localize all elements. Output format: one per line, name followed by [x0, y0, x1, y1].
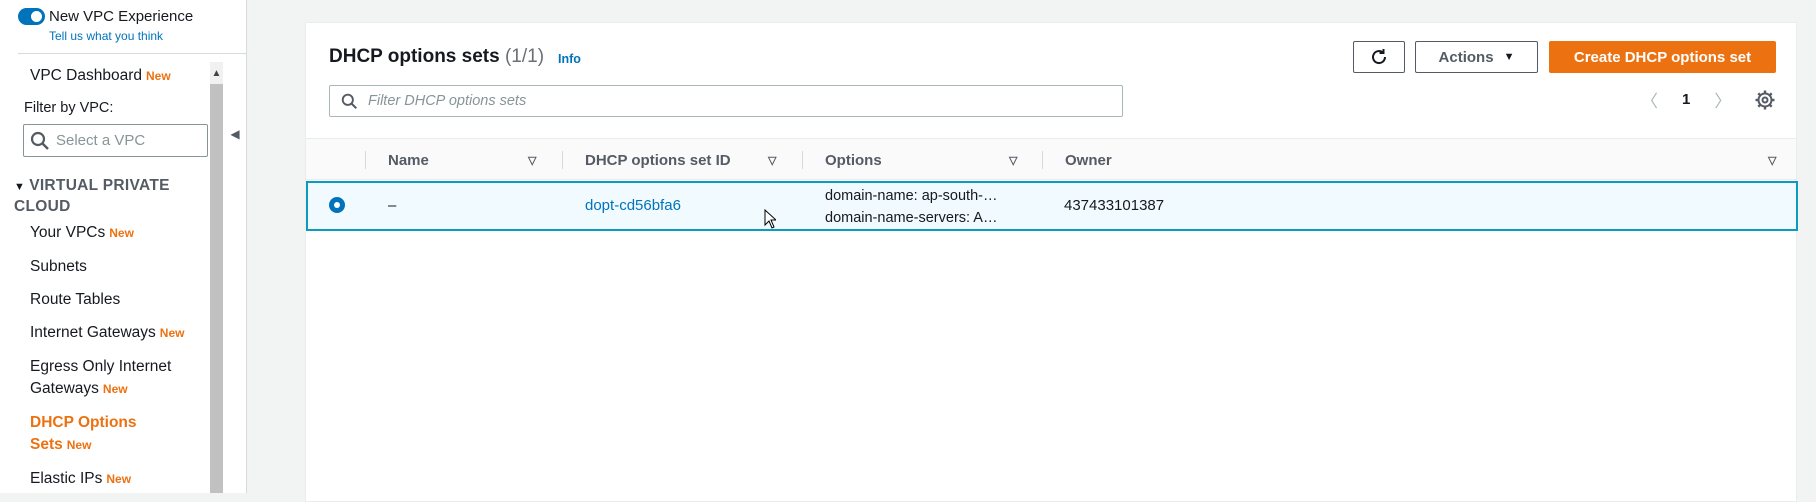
option-line: domain-name: ap-south-… — [825, 188, 998, 204]
sidebar-item-elastic-ips[interactable]: Elastic IPs New — [30, 468, 131, 490]
sidebar-item-label: DHCP Options — [30, 414, 137, 431]
new-badge: New — [146, 69, 171, 83]
actions-button[interactable]: Actions ▼ — [1415, 41, 1538, 73]
sidebar-item-label-cont: Gateways — [30, 380, 99, 397]
chevron-left-icon[interactable]: 〈 — [1641, 87, 1658, 112]
title-count: (1/1) — [504, 46, 545, 67]
create-dhcp-options-set-button[interactable]: Create DHCP options set — [1549, 41, 1776, 73]
filter-by-vpc-label: Filter by VPC: — [24, 100, 114, 116]
toggle-label: New VPC Experience — [49, 8, 194, 25]
sidebar-item-label-cont: Sets — [30, 436, 63, 453]
sidebar-item-vpc-dashboard[interactable]: VPC Dashboard New — [30, 65, 171, 87]
search-icon — [341, 93, 358, 109]
new-badge: New — [159, 326, 185, 340]
divider — [18, 53, 246, 54]
title-text: DHCP options sets — [329, 46, 500, 67]
sidebar-item-label: Egress Only Internet — [30, 358, 172, 375]
new-badge: New — [102, 382, 128, 396]
refresh-icon — [1372, 49, 1387, 65]
actions-label: Actions — [1438, 48, 1494, 66]
column-header-options[interactable]: Options — [825, 139, 882, 181]
vpc-filter-placeholder: Select a VPC — [56, 132, 146, 149]
cell-name: – — [388, 197, 397, 214]
column-label: DHCP options set ID — [585, 151, 731, 169]
page-number[interactable]: 1 — [1682, 91, 1690, 108]
feedback-link[interactable]: Tell us what you think — [49, 29, 163, 43]
column-divider — [802, 151, 803, 169]
sidebar-item-your-vpcs[interactable]: Your VPCs New — [30, 222, 134, 244]
search-input[interactable]: Filter DHCP options sets — [329, 85, 1123, 117]
section-title: VIRTUAL PRIVATE CLOUD — [14, 177, 170, 215]
section-virtual-private-cloud[interactable]: ▼ VIRTUAL PRIVATE CLOUD — [14, 176, 204, 217]
sidebar-item-egress-only-internet-gateways[interactable]: Egress Only Internet Gateways New — [30, 356, 171, 400]
info-link[interactable]: Info — [558, 52, 581, 66]
pagination: 〈 1 〉 — [1641, 87, 1731, 112]
new-experience-toggle-row[interactable]: New VPC Experience — [18, 8, 193, 25]
vpc-filter-select[interactable]: Select a VPC — [23, 124, 208, 157]
sidebar-item-dhcp-options-sets[interactable]: DHCP Options Sets New — [30, 412, 137, 456]
column-header-name[interactable]: Name — [388, 139, 429, 181]
search-placeholder: Filter DHCP options sets — [368, 93, 527, 109]
mouse-cursor-icon — [764, 209, 776, 229]
collapse-icon[interactable]: ◀ — [224, 116, 246, 152]
sidebar-item-label: Route Tables — [30, 291, 121, 308]
new-badge: New — [66, 438, 92, 452]
caret-down-icon: ▼ — [1503, 51, 1515, 63]
chevron-right-icon[interactable]: 〉 — [1714, 87, 1731, 112]
cell-dhcp-id-link[interactable]: dopt-cd56bfa6 — [585, 197, 681, 214]
sidebar-item-subnets[interactable]: Subnets — [30, 256, 87, 278]
page-title: DHCP options sets (1/1) — [329, 46, 544, 68]
sidebar-item-label: Your VPCs — [30, 224, 106, 241]
option-line: domain-name-servers: A… — [825, 210, 998, 226]
column-label: Options — [825, 151, 882, 169]
refresh-button[interactable] — [1353, 41, 1405, 73]
sidebar-item-label: Internet Gateways — [30, 324, 156, 341]
settings-icon[interactable] — [1754, 89, 1776, 111]
cell-owner: 437433101387 — [1064, 197, 1165, 214]
row-select-radio[interactable] — [329, 197, 345, 213]
sidebar-item-label: Subnets — [30, 258, 87, 275]
column-divider — [365, 151, 366, 169]
scroll-up-icon[interactable]: ▲ — [210, 62, 223, 84]
sidebar-item-route-tables[interactable]: Route Tables — [30, 289, 120, 311]
new-experience-toggle[interactable] — [18, 8, 45, 25]
sidebar-item-label: VPC Dashboard — [30, 67, 143, 84]
sidebar-item-internet-gateways[interactable]: Internet Gateways New — [30, 322, 184, 344]
cell-options: domain-name: ap-south-… domain-name-serv… — [825, 185, 997, 229]
caret-down-icon: ▼ — [14, 181, 26, 193]
column-divider — [1042, 151, 1043, 169]
column-label: Name — [388, 151, 429, 169]
search-icon — [30, 131, 49, 150]
new-badge: New — [106, 472, 132, 486]
dhcp-options-sets-panel: DHCP options sets (1/1) Info Actions ▼ C… — [305, 22, 1798, 502]
table-row[interactable]: – dopt-cd56bfa6 domain-name: ap-south-… … — [306, 181, 1798, 231]
column-header-id[interactable]: DHCP options set ID — [585, 139, 731, 181]
table-header: Name ▽ DHCP options set ID ▽ Options ▽ O… — [306, 138, 1796, 180]
column-label: Owner — [1065, 151, 1112, 169]
column-header-owner[interactable]: Owner — [1065, 139, 1112, 181]
column-divider — [562, 151, 563, 169]
new-badge: New — [109, 226, 134, 240]
sidebar: New VPC Experience Tell us what you thin… — [0, 0, 247, 493]
sidebar-item-label: Elastic IPs — [30, 470, 103, 487]
sidebar-scrollbar[interactable] — [210, 62, 223, 493]
